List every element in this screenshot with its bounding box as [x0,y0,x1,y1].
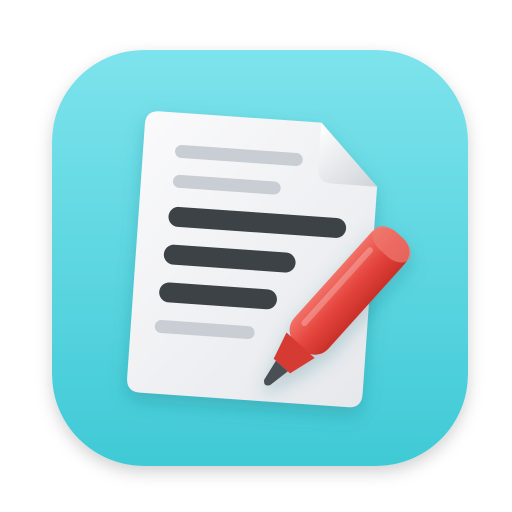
screen-canvas [0,0,512,512]
document-icon [127,111,378,408]
app-icon[interactable] [0,0,512,512]
